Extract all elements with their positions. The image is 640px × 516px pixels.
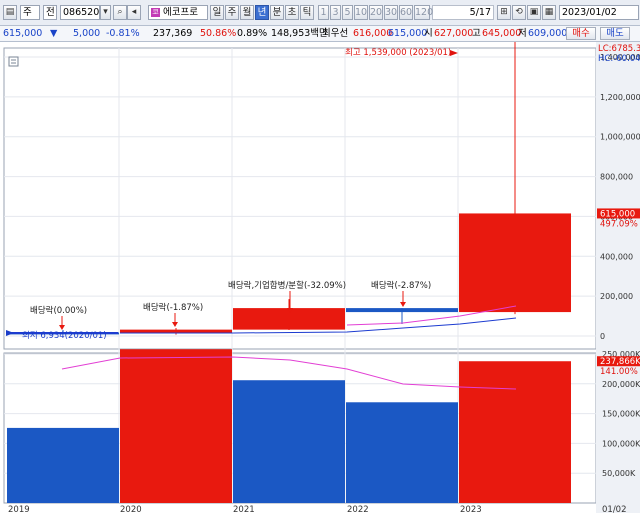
price-change-pct: -0.81% <box>106 28 140 39</box>
panel-settings-icon <box>8 56 19 67</box>
period-button-5[interactable]: 초 <box>285 5 299 20</box>
x-axis-label: 2021 <box>233 505 255 513</box>
trade-amount: 148,953백만 <box>271 28 328 39</box>
period-button-3[interactable]: 년 <box>255 5 269 20</box>
price-axis-label: 1,200,000 <box>600 93 640 102</box>
stock-name-field: 코 에코프로 <box>148 5 208 20</box>
volume-bar-2020 <box>120 349 232 503</box>
date-field[interactable]: 2023/01/02 <box>559 5 639 20</box>
x-axis-label: 2023 <box>460 505 482 513</box>
volume-tag-text: 237,866K <box>600 357 640 367</box>
x-axis-label: 01/02 <box>602 505 627 513</box>
volume-ratio: 50.86% <box>200 28 237 39</box>
price-axis-label: 0 <box>600 332 605 341</box>
period-button-6[interactable]: 틱 <box>300 5 314 20</box>
annotation-low: 최저 6,934(2020/01) <box>22 330 107 341</box>
open-price: 627,000 <box>434 28 474 39</box>
candle-2023 <box>459 213 571 313</box>
save-icon[interactable]: ▣ <box>527 5 541 20</box>
low-price: 609,000 <box>528 28 568 39</box>
price-axis-label: 400,000 <box>600 252 633 261</box>
volume-tag-pct: 141.00% <box>600 367 638 377</box>
settings-icon[interactable]: ⊞ <box>497 5 511 20</box>
price-axis-label: 200,000 <box>600 292 633 301</box>
kosdaq-badge-icon: 코 <box>151 8 160 17</box>
interval-button-60[interactable]: 60 <box>399 5 413 20</box>
volume-bar-2019 <box>7 427 119 503</box>
bid-price: 616,000 <box>353 28 393 39</box>
market-select[interactable]: 주 <box>20 5 40 20</box>
code-dropdown-icon[interactable]: ▾ <box>100 5 111 20</box>
volume-bar-2022 <box>346 402 458 503</box>
interval-button-10[interactable]: 10 <box>354 5 368 20</box>
annotation-dividend-2020: 배당락(-1.87%) <box>143 302 203 313</box>
chart-toolbar: ▤ 주 전 086520 ▾ ⌕ ◂ 코 에코프로 5/17 ⊞ ⟲ ▣ ▦ 2… <box>0 0 640 26</box>
current-price: 615,000 <box>3 28 43 39</box>
current-pct-tag: 497.09% <box>600 219 638 229</box>
menu-icon[interactable]: ▤ <box>3 5 17 20</box>
volume-icon[interactable]: ◂ <box>127 5 141 20</box>
period-button-2[interactable]: 월 <box>240 5 254 20</box>
stock-name: 에코프로 <box>163 7 198 18</box>
period-button-4[interactable]: 분 <box>270 5 284 20</box>
period-button-0[interactable]: 일 <box>210 5 224 20</box>
price-axis-label: 1,000,000 <box>600 133 640 142</box>
annotation-dividend-2022: 배당락(-2.87%) <box>371 280 431 291</box>
turnover-rate: 0.89% <box>237 28 268 39</box>
interval-button-3[interactable]: 3 <box>330 5 341 20</box>
volume-value: 237,369 <box>153 28 193 39</box>
interval-button-5[interactable]: 5 <box>342 5 353 20</box>
volume-axis-label: 200,000K <box>602 380 640 389</box>
calendar-icon[interactable]: ▦ <box>542 5 556 20</box>
interval-button-20[interactable]: 20 <box>369 5 383 20</box>
price-down-arrow-icon: ▼ <box>50 28 58 39</box>
refresh-icon[interactable]: ⟲ <box>512 5 526 20</box>
quote-bar: 615,000 ▼ 5,000 -0.81% 237,369 50.86% 0.… <box>0 26 640 42</box>
high-price: 645,000 <box>482 28 522 39</box>
volume-bar-2023 <box>459 361 571 503</box>
lc-label: LC:6785.36 <box>598 44 640 54</box>
price-axis-label: 800,000 <box>600 173 633 182</box>
price-change: 5,000 <box>73 28 101 39</box>
interval-button-30[interactable]: 30 <box>384 5 398 20</box>
priority-label: 최우선 <box>322 28 349 39</box>
stock-code-input[interactable]: 086520 <box>60 5 100 20</box>
interval-button-1[interactable]: 1 <box>318 5 329 20</box>
annotation-dividend-2021: 배당락,기업합병/분할(-32.09%) <box>228 280 346 291</box>
x-axis-label: 2022 <box>347 505 369 513</box>
current-price-tag-text: 615,000 <box>600 209 635 219</box>
volume-axis-label: 100,000K <box>602 439 640 448</box>
buy-button[interactable]: 매수 <box>566 27 596 40</box>
interval-button-120[interactable]: 120 <box>414 5 433 20</box>
x-axis-label: 2020 <box>120 505 142 513</box>
x-axis-label: 2019 <box>8 505 30 513</box>
candle-2022 <box>346 308 458 313</box>
low-label: 저 <box>518 28 527 39</box>
open-label: 시 <box>424 28 433 39</box>
ask-price: 615,000 <box>388 28 428 39</box>
page-indicator: 5/17 <box>432 5 494 20</box>
annotation-dividend-2019: 배당락(0.00%) <box>30 305 87 316</box>
sell-button[interactable]: 매도 <box>600 27 630 40</box>
price-volume-chart[interactable]: 1,400,0001,200,0001,000,000800,000600,00… <box>0 29 640 515</box>
volume-axis-label: 50,000K <box>602 469 636 478</box>
period-button-1[interactable]: 주 <box>225 5 239 20</box>
hc-label: HC:-60.04 <box>598 54 640 64</box>
volume-bar-2021 <box>233 380 345 503</box>
search-icon[interactable]: ⌕ <box>113 5 127 20</box>
high-label: 고 <box>472 28 481 39</box>
chart-area: 1,400,0001,200,0001,000,000800,000600,00… <box>0 29 640 515</box>
annotation-high: 최고 1,539,000 (2023/01) <box>345 47 451 58</box>
jeon-select[interactable]: 전 <box>43 5 57 20</box>
volume-axis-label: 150,000K <box>602 410 640 419</box>
